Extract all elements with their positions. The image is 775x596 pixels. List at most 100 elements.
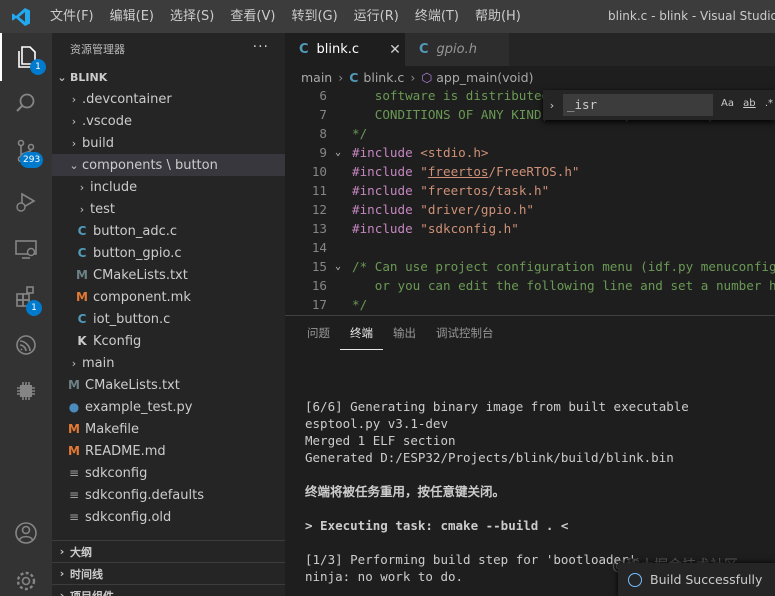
manage-activity[interactable] — [0, 557, 52, 596]
remote-explorer-activity[interactable] — [0, 225, 52, 273]
symbol-method-icon: ⬡ — [421, 69, 433, 85]
tree-item-iot-button[interactable]: C iot_button.c — [52, 308, 285, 330]
tree-item-makefile[interactable]: M Makefile — [52, 418, 285, 440]
tree-item-sdkconfig-defaults[interactable]: ≡ sdkconfig.defaults — [52, 484, 285, 506]
chevron-right-icon: › — [71, 92, 77, 106]
debug-icon — [16, 192, 36, 212]
run-debug-activity[interactable] — [0, 177, 52, 225]
search-activity[interactable] — [0, 79, 52, 127]
line-number: 9 — [319, 145, 327, 160]
toast-message: Build Successfully — [650, 572, 763, 587]
menu-selection[interactable]: 选择(S) — [162, 0, 222, 33]
tree-item-root-cmakelists[interactable]: M CMakeLists.txt — [52, 374, 285, 396]
menu-file[interactable]: 文件(F) — [42, 0, 102, 33]
code-line[interactable]: 12 #include "driver/gpio.h" — [285, 200, 775, 219]
notification-toast[interactable]: Build Successfully — [618, 563, 775, 596]
tree-item-label: component.mk — [93, 289, 191, 305]
tree-item-button-gpio[interactable]: C button_gpio.c — [52, 242, 285, 264]
code-line[interactable]: 8 */ — [285, 124, 775, 143]
terminal-line: Generated D:/ESP32/Projects/blink/build/… — [305, 450, 674, 465]
code-line[interactable]: 16 or you can edit the following line an… — [285, 276, 775, 295]
line-number: 12 — [311, 202, 327, 217]
find-input[interactable]: _isr — [563, 94, 713, 116]
tree-item-devcontainer[interactable]: › .devcontainer — [52, 88, 285, 110]
code-line[interactable]: 10 #include "freertos/FreeRTOS.h" — [285, 162, 775, 181]
chevron-right-icon: › — [59, 589, 65, 596]
code-line[interactable]: 9 ⌄ #include <stdio.h> — [285, 143, 775, 162]
chevron-down-icon: ⌄ — [57, 70, 67, 84]
code-line[interactable]: 17 */ — [285, 295, 775, 314]
tree-item-kconfig[interactable]: K Kconfig — [52, 330, 285, 352]
tab-debug-console[interactable]: 调试控制台 — [426, 316, 504, 350]
code-line[interactable]: 13 #include "sdkconfig.h" — [285, 219, 775, 238]
fold-chevron-icon[interactable]: ⌄ — [335, 257, 341, 276]
tree-item-include[interactable]: › include — [52, 176, 285, 198]
c-file-icon: C — [77, 246, 87, 260]
match-case-toggle[interactable]: Aa — [721, 98, 734, 109]
project-components-section[interactable]: › 项目组件 — [52, 584, 285, 596]
tree-item-sdkconfig-old[interactable]: ≡ sdkconfig.old — [52, 506, 285, 528]
tree-item-label: .devcontainer — [82, 91, 172, 107]
tab-blink-c[interactable]: C blink.c ✕ — [285, 33, 405, 66]
tab-terminal[interactable]: 终端 — [340, 316, 383, 350]
c-file-icon: C — [299, 42, 309, 57]
activity-bar: 1 293 1 — [0, 33, 52, 596]
code-text: or you can edit the following line and s… — [352, 278, 775, 293]
chip-activity[interactable] — [0, 367, 52, 415]
outline-section[interactable]: › 大纲 — [52, 540, 285, 562]
tree-item-main[interactable]: › main — [52, 352, 285, 374]
fold-chevron-icon[interactable]: ⌄ — [335, 143, 341, 162]
tree-item-label: button_gpio.c — [93, 245, 182, 261]
tab-gpio-h[interactable]: C gpio.h — [405, 33, 509, 66]
code-line[interactable]: 15 ⌄ /* Can use project configuration menu… — [285, 257, 775, 276]
menu-edit[interactable]: 编辑(E) — [102, 0, 162, 33]
more-actions-icon[interactable]: ··· — [253, 39, 269, 55]
tree-item-component-mk[interactable]: M component.mk — [52, 286, 285, 308]
tree-item-sdkconfig[interactable]: ≡ sdkconfig — [52, 462, 285, 484]
menu-help[interactable]: 帮助(H) — [467, 0, 529, 33]
explorer-activity[interactable]: 1 — [0, 33, 52, 81]
code-line[interactable]: 11 #include "freertos/task.h" — [285, 181, 775, 200]
tab-output[interactable]: 输出 — [383, 316, 426, 350]
match-word-toggle[interactable]: ab — [743, 98, 755, 109]
espressif-activity[interactable] — [0, 321, 52, 369]
source-control-activity[interactable]: 293 — [0, 127, 52, 175]
window-title: blink.c - blink - Visual Studio Co — [608, 9, 775, 23]
tree-item-label: Kconfig — [93, 333, 142, 349]
regex-toggle[interactable]: .* — [765, 98, 773, 109]
menu-run[interactable]: 运行(R) — [346, 0, 407, 33]
workspace-root[interactable]: ⌄ BLINK — [52, 66, 285, 88]
workspace-root-label: BLINK — [70, 70, 108, 84]
tree-item-build[interactable]: › build — [52, 132, 285, 154]
code-text: /* Can use project configuration menu (i… — [352, 259, 775, 274]
tree-item-vscode[interactable]: › .vscode — [52, 110, 285, 132]
tree-item-label: sdkconfig — [85, 465, 148, 481]
breadcrumb-symbol[interactable]: app_main(void) — [436, 70, 533, 85]
code-view[interactable]: 6 software is distributed on an "AS IS" … — [285, 88, 775, 315]
tree-item-test[interactable]: › test — [52, 198, 285, 220]
tree-item-example-test[interactable]: ● example_test.py — [52, 396, 285, 418]
tree-item-readme[interactable]: M README.md — [52, 440, 285, 462]
breadcrumb-folder[interactable]: main — [301, 70, 332, 85]
timeline-section[interactable]: › 时间线 — [52, 562, 285, 584]
terminal-line: esptool.py v3.1-dev — [305, 416, 448, 431]
chevron-right-icon[interactable]: › — [543, 99, 561, 112]
terminal-line: [1/3] Performing build step for 'bootloa… — [305, 552, 637, 567]
chevron-right-icon: › — [338, 69, 344, 85]
chip-icon — [17, 382, 35, 400]
menu-view[interactable]: 查看(V) — [222, 0, 283, 33]
menu-terminal[interactable]: 终端(T) — [407, 0, 467, 33]
tree-item-button-adc[interactable]: C button_adc.c — [52, 220, 285, 242]
settings-file-icon: ≡ — [68, 510, 80, 524]
close-icon[interactable]: ✕ — [389, 42, 401, 58]
code-line[interactable]: 14 — [285, 238, 775, 257]
accounts-activity[interactable] — [0, 509, 52, 557]
tab-problems[interactable]: 问题 — [297, 316, 340, 350]
menu-go[interactable]: 转到(G) — [283, 0, 345, 33]
chevron-right-icon: › — [59, 545, 65, 558]
tree-item-cmakelists[interactable]: M CMakeLists.txt — [52, 264, 285, 286]
tree-item-label: sdkconfig.old — [85, 509, 172, 525]
extensions-activity[interactable]: 1 — [0, 273, 52, 321]
breadcrumb-file[interactable]: blink.c — [363, 70, 404, 85]
tree-item-components-button[interactable]: ⌄ components \ button — [52, 154, 285, 176]
